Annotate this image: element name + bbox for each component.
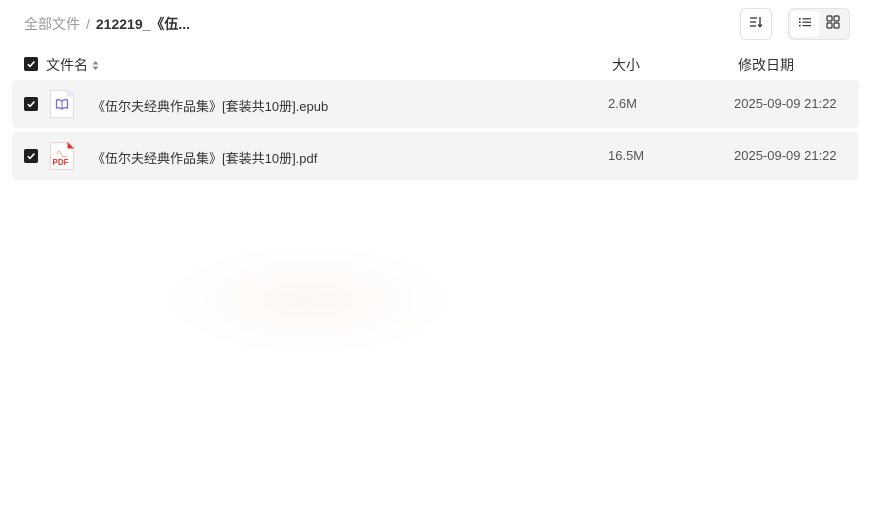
table-header: 文件名 大小 修改日期: [0, 52, 874, 76]
column-header-name-label: 文件名: [46, 57, 88, 73]
breadcrumb-root[interactable]: 全部文件: [24, 16, 80, 32]
file-date: 2025-09-09 21:22: [734, 96, 837, 111]
file-row[interactable]: 《伍尔夫经典作品集》[套装共10册].epub 2.6M 2025-09-09 …: [12, 80, 859, 128]
row-checkbox[interactable]: [24, 149, 38, 163]
check-icon: [26, 149, 36, 164]
svg-text:PDF: PDF: [53, 158, 69, 167]
file-name[interactable]: 《伍尔夫经典作品集》[套装共10册].epub: [92, 96, 328, 115]
file-size: 2.6M: [608, 96, 637, 111]
sort-button[interactable]: [740, 8, 772, 40]
file-name[interactable]: 《伍尔夫经典作品集》[套装共10册].pdf: [92, 148, 317, 167]
background-glow: [168, 246, 450, 354]
grid-view-button[interactable]: [819, 11, 847, 37]
file-row[interactable]: PDF 《伍尔夫经典作品集》[套装共10册].pdf 16.5M 2025-09…: [12, 132, 859, 180]
column-header-name[interactable]: 文件名: [46, 55, 99, 75]
sort-lines-icon: [749, 15, 763, 33]
list-view-button[interactable]: [791, 11, 819, 37]
breadcrumb-current: 212219_《伍...: [95, 16, 191, 32]
grid-view-icon: [826, 14, 840, 34]
breadcrumb: 全部文件 / 212219_《伍...: [24, 15, 190, 33]
pdf-file-icon: PDF: [49, 141, 75, 171]
list-view-icon: [798, 15, 812, 33]
column-header-date[interactable]: 修改日期: [738, 55, 794, 75]
top-bar: 全部文件 / 212219_《伍...: [0, 0, 874, 48]
epub-file-icon: [49, 89, 75, 119]
column-header-size[interactable]: 大小: [612, 55, 640, 75]
file-date: 2025-09-09 21:22: [734, 148, 837, 163]
row-checkbox[interactable]: [24, 97, 38, 111]
view-toggle: [788, 8, 850, 40]
breadcrumb-separator: /: [86, 16, 90, 32]
sort-caret-icon: [92, 60, 99, 71]
select-all-checkbox[interactable]: [24, 57, 38, 71]
check-icon: [26, 56, 36, 72]
check-icon: [26, 97, 36, 112]
file-size: 16.5M: [608, 148, 645, 163]
